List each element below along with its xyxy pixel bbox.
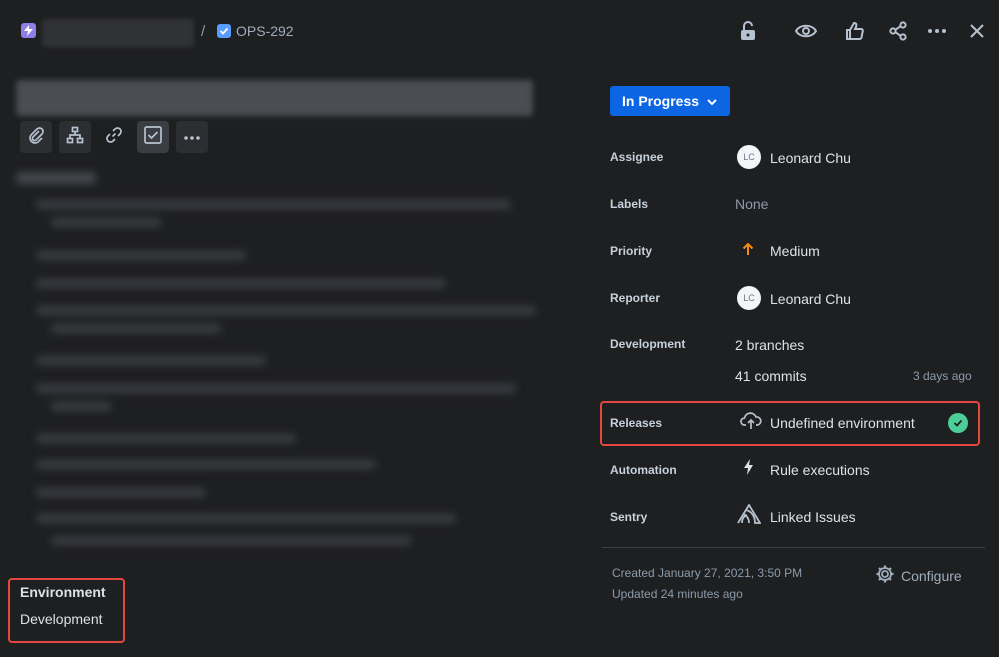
project-breadcrumb-redacted[interactable] (42, 19, 194, 47)
assignee-avatar[interactable]: LC (737, 145, 761, 169)
cloud-upload-icon (740, 412, 762, 435)
created-timestamp: Created January 27, 2021, 3:50 PM (612, 566, 803, 580)
link-icon (104, 125, 124, 150)
checkbox-icon (143, 125, 163, 150)
description-redacted[interactable] (16, 166, 536, 556)
release-success-check-icon (948, 413, 968, 433)
assignee-label: Assignee (610, 150, 664, 164)
reporter-avatar[interactable]: LC (737, 286, 761, 310)
lightning-bolt-icon (743, 459, 754, 480)
development-label: Development (610, 337, 686, 351)
rule-executions-link[interactable]: Rule executions (770, 462, 870, 478)
priority-medium-arrow-icon (742, 242, 754, 261)
issue-title-redacted[interactable] (16, 80, 533, 116)
status-dropdown-button[interactable]: In Progress (610, 86, 730, 116)
commits-timestamp: 3 days ago (913, 369, 972, 383)
subtask-checkbox-button[interactable] (137, 121, 169, 153)
labels-label: Labels (610, 197, 649, 211)
priority-label: Priority (610, 244, 653, 258)
paperclip-icon (27, 126, 45, 149)
thumbs-up-icon[interactable] (839, 15, 871, 47)
sentry-label: Sentry (610, 510, 648, 524)
sentry-logo-icon (737, 503, 762, 529)
assignee-value[interactable]: Leonard Chu (770, 150, 851, 166)
hierarchy-icon (66, 126, 84, 149)
task-checkbox-icon (217, 24, 231, 38)
labels-value[interactable]: None (735, 196, 768, 212)
more-icon (183, 128, 201, 146)
status-label: In Progress (622, 93, 700, 109)
priority-value[interactable]: Medium (770, 243, 820, 259)
linked-issues-link[interactable]: Linked Issues (770, 509, 856, 525)
eye-icon[interactable] (790, 15, 822, 47)
share-icon[interactable] (882, 15, 914, 47)
attach-button[interactable] (20, 121, 52, 153)
more-icon[interactable] (921, 15, 953, 47)
configure-label: Configure (901, 567, 962, 584)
releases-label: Releases (610, 416, 663, 430)
project-lightning-icon[interactable] (21, 23, 36, 38)
reporter-value[interactable]: Leonard Chu (770, 291, 851, 307)
breadcrumb-separator: / (201, 23, 206, 40)
close-icon[interactable] (961, 15, 993, 47)
branches-link[interactable]: 2 branches (735, 337, 804, 353)
link-issue-button[interactable] (98, 121, 130, 153)
child-issue-button[interactable] (59, 121, 91, 153)
configure-button[interactable]: Configure (875, 564, 962, 587)
divider (602, 547, 985, 548)
releases-value[interactable]: Undefined environment (770, 415, 915, 431)
toolbar-more-button[interactable] (176, 121, 208, 153)
chevron-down-icon (707, 93, 717, 109)
gear-icon (875, 564, 895, 587)
environment-label: Environment (20, 584, 106, 600)
reporter-label: Reporter (610, 291, 661, 305)
commits-link[interactable]: 41 commits (735, 368, 807, 384)
unlock-icon[interactable] (732, 15, 764, 47)
automation-label: Automation (610, 463, 677, 477)
updated-timestamp: Updated 24 minutes ago (612, 587, 743, 601)
environment-value[interactable]: Development (20, 611, 103, 627)
issue-key-link[interactable]: OPS-292 (236, 23, 294, 39)
